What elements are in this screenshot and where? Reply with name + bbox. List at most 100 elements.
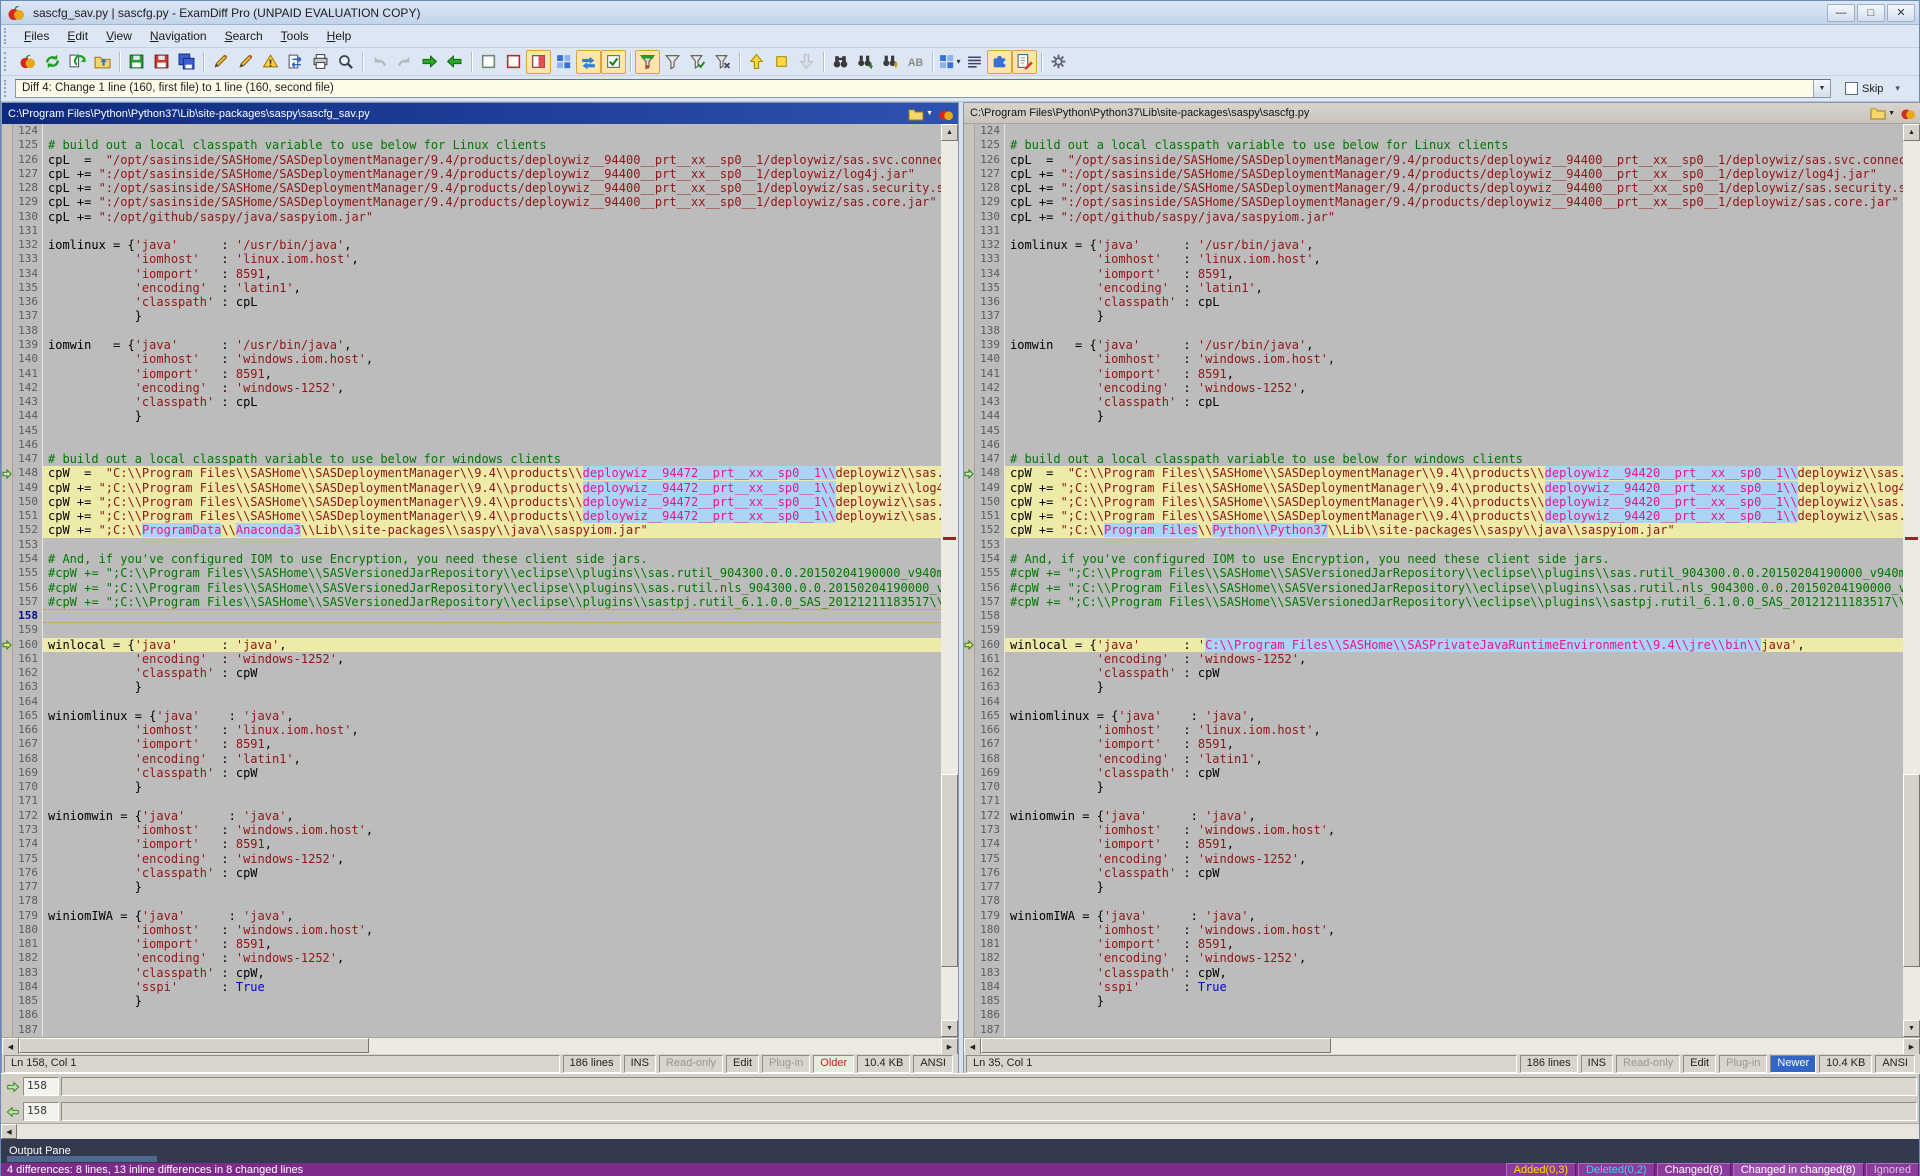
find-icon[interactable] — [828, 50, 853, 74]
second-file-code-line[interactable]: 153 — [964, 538, 1903, 552]
first-file-code-line[interactable]: 159 — [2, 623, 941, 637]
first-file-code-line[interactable]: 155#cpW += ";C:\\Program Files\\SASHome\… — [2, 566, 941, 580]
first-file-code-line[interactable]: 168 'encoding' : 'latin1', — [2, 752, 941, 766]
first-file-code-line[interactable]: 173 'iomhost' : 'windows.iom.host', — [2, 823, 941, 837]
menu-view[interactable]: View — [97, 26, 141, 46]
second-file-vertical-scrollbar[interactable]: ▲ ▼ — [1903, 124, 1920, 1037]
first-file-vertical-scrollbar[interactable]: ▲ ▼ — [941, 124, 958, 1037]
second-file-code-line[interactable]: 125# build out a local classpath variabl… — [964, 138, 1903, 152]
first-file-code-line[interactable]: 137 } — [2, 309, 941, 323]
first-file-code-line[interactable]: 130cpL += ":/opt/github/saspy/java/saspy… — [2, 210, 941, 224]
current-diff-line-content[interactable] — [61, 1077, 1917, 1096]
first-file-code-line[interactable]: 177 } — [2, 880, 941, 894]
compare-icon[interactable] — [15, 50, 40, 74]
first-file-code-line[interactable]: 141 'iomport' : 8591, — [2, 367, 941, 381]
first-file-code-line[interactable]: 181 'iomport' : 8591, — [2, 937, 941, 951]
open-files-icon[interactable] — [90, 50, 115, 74]
second-file-code-line[interactable]: 165winiomlinux = {'java' : 'java', — [964, 709, 1903, 723]
first-file-code-line[interactable]: 169 'classpath' : cpW — [2, 766, 941, 780]
second-file-code-line[interactable]: 145 — [964, 424, 1903, 438]
second-file-code-line[interactable]: 179winiomIWA = {'java' : 'java', — [964, 909, 1903, 923]
scroll-left-icon[interactable]: ◀ — [2, 1038, 19, 1055]
scroll-right-icon[interactable]: ▶ — [1903, 1038, 1920, 1055]
first-file-code-line[interactable]: 180 'iomhost' : 'windows.iom.host', — [2, 923, 941, 937]
menu-help[interactable]: Help — [318, 26, 361, 46]
filter-include-icon[interactable] — [685, 50, 710, 74]
second-file-code-line[interactable]: 171 — [964, 794, 1903, 808]
first-file-code-line[interactable]: 160winlocal = {'java' : 'java', — [2, 638, 941, 652]
second-file-code-line[interactable]: 137 } — [964, 309, 1903, 323]
current-diff-combo[interactable]: Diff 4: Change 1 line (160, first file) … — [15, 79, 1831, 98]
second-file-code-line[interactable]: 173 'iomhost' : 'windows.iom.host', — [964, 823, 1903, 837]
second-file-code-line[interactable]: 157#cpW += ";C:\\Program Files\\SASHome\… — [964, 595, 1903, 609]
second-file-code-line[interactable]: 152cpW += ";C:\\Program Files\\Python\\P… — [964, 523, 1903, 537]
first-file-code-line[interactable]: 158 — [2, 609, 941, 623]
plugins-icon[interactable] — [987, 50, 1012, 74]
first-file-code-line[interactable]: 153 — [2, 538, 941, 552]
first-file-code-line[interactable]: 138 — [2, 324, 941, 338]
second-file-code-line[interactable]: 186 — [964, 1008, 1903, 1022]
first-file-code-line[interactable]: 146 — [2, 438, 941, 452]
first-file-code-line[interactable]: 154# And, if you've configured IOM to us… — [2, 552, 941, 566]
second-file-code-line[interactable]: 180 'iomhost' : 'windows.iom.host', — [964, 923, 1903, 937]
output-pane-header[interactable]: Output Pane — [1, 1139, 1919, 1163]
first-file-code-line[interactable]: 164 — [2, 695, 941, 709]
toolbar-grip[interactable] — [4, 52, 11, 71]
first-file-code-line[interactable]: 186 — [2, 1008, 941, 1022]
find-next-icon[interactable] — [853, 50, 878, 74]
print-icon[interactable] — [308, 50, 333, 74]
options-icon[interactable] — [1046, 50, 1071, 74]
first-file-code-line[interactable]: 163 } — [2, 680, 941, 694]
second-file-horizontal-scrollbar[interactable]: ◀ ▶ — [964, 1037, 1920, 1054]
first-file-code-line[interactable]: 124 — [2, 124, 941, 138]
first-file-horizontal-scrollbar[interactable]: ◀ ▶ — [2, 1037, 958, 1054]
first-file-code-line[interactable]: 167 'iomport' : 8591, — [2, 737, 941, 751]
close-button[interactable]: ✕ — [1887, 4, 1915, 22]
edit-first-file-icon[interactable] — [208, 50, 233, 74]
first-file-code-line[interactable]: 132iomlinux = {'java' : '/usr/bin/java', — [2, 238, 941, 252]
match-case-icon[interactable]: AB — [903, 50, 928, 74]
first-file-code-line[interactable]: 182 'encoding' : 'windows-1252', — [2, 951, 941, 965]
second-file-code-line[interactable]: 164 — [964, 695, 1903, 709]
second-file-code-line[interactable]: 162 'classpath' : cpW — [964, 666, 1903, 680]
filters-icon[interactable] — [635, 50, 660, 74]
first-file-code-line[interactable]: 170 } — [2, 780, 941, 794]
scroll-down-icon[interactable]: ▼ — [1903, 1020, 1920, 1037]
save-second-file-icon[interactable] — [149, 50, 174, 74]
show-all-panes-icon[interactable] — [551, 50, 576, 74]
horizontal-scroll-thumb[interactable] — [981, 1038, 1331, 1053]
second-file-code-line[interactable]: 169 'classpath' : cpW — [964, 766, 1903, 780]
menu-search[interactable]: Search — [216, 26, 272, 46]
scroll-down-icon[interactable]: ▼ — [941, 1020, 958, 1037]
first-file-code-line[interactable]: 185 } — [2, 994, 941, 1008]
find-prev-icon[interactable] — [878, 50, 903, 74]
first-file-code-line[interactable]: 184 'sspi' : True — [2, 980, 941, 994]
second-file-code-line[interactable]: 144 } — [964, 409, 1903, 423]
first-file-code-line[interactable]: 183 'classpath' : cpW, — [2, 966, 941, 980]
first-file-code-line[interactable]: 171 — [2, 794, 941, 808]
current-diff-line-content[interactable] — [61, 1102, 1917, 1121]
diffbar-grip[interactable] — [4, 80, 11, 98]
file-header-dropdown-icon[interactable]: ▼ — [926, 110, 933, 117]
vertical-scroll-thumb[interactable] — [1903, 774, 1920, 967]
first-file-code-line[interactable]: 179winiomIWA = {'java' : 'java', — [2, 909, 941, 923]
second-file-code-line[interactable]: 177 } — [964, 880, 1903, 894]
first-file-code-line[interactable]: 151cpW += ";C:\\Program Files\\SASHome\\… — [2, 509, 941, 523]
menu-edit[interactable]: Edit — [58, 26, 97, 46]
first-file-code-line[interactable]: 126cpL = "/opt/sasinside/SASHome/SASDepl… — [2, 153, 941, 167]
previous-difference-icon[interactable] — [744, 50, 769, 74]
second-file-code-line[interactable]: 161 'encoding' : 'windows-1252', — [964, 652, 1903, 666]
first-file-code-line[interactable]: 147# build out a local classpath variabl… — [2, 452, 941, 466]
copy-to-right-icon[interactable] — [417, 50, 442, 74]
second-file-code-line[interactable]: 124 — [964, 124, 1903, 138]
file-header-dropdown-icon[interactable]: ▼ — [1888, 110, 1895, 117]
auto-recompare-icon[interactable] — [601, 50, 626, 74]
skip-checkbox-box[interactable] — [1845, 82, 1858, 95]
open-file-folder-icon[interactable] — [908, 107, 924, 121]
first-file-code-line[interactable]: 145 — [2, 424, 941, 438]
save-both-files-icon[interactable] — [174, 50, 199, 74]
output-pane-scroll-thumb[interactable] — [7, 1156, 157, 1162]
second-file-code-line[interactable]: 181 'iomport' : 8591, — [964, 937, 1903, 951]
second-file-code-line[interactable]: 147# build out a local classpath variabl… — [964, 452, 1903, 466]
second-file-code-line[interactable]: 182 'encoding' : 'windows-1252', — [964, 951, 1903, 965]
